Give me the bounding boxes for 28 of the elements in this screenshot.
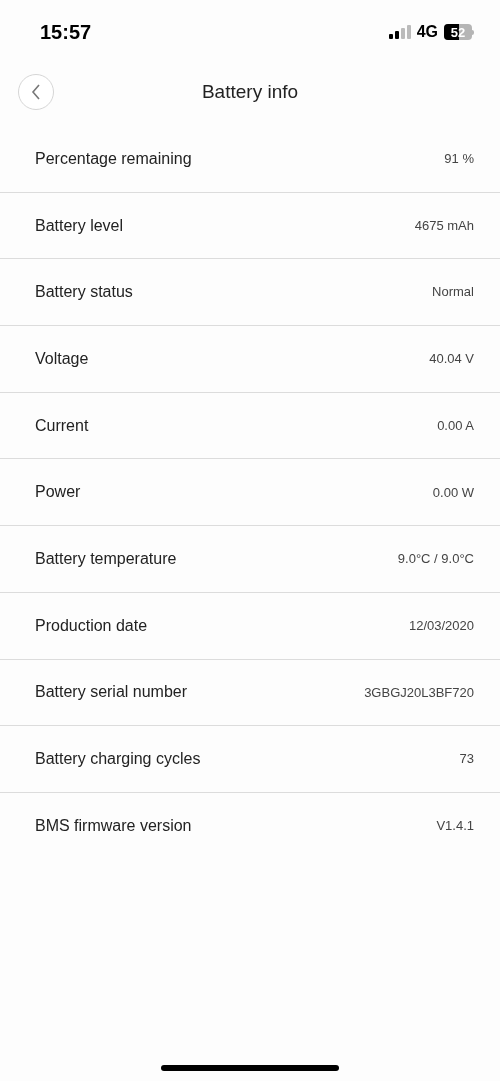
row-label: Power (35, 482, 81, 503)
row-label: Battery charging cycles (35, 749, 201, 770)
row-value: V1.4.1 (436, 817, 474, 836)
row-value: 4675 mAh (414, 216, 474, 235)
signal-icon (388, 25, 411, 39)
row-label: Percentage remaining (35, 148, 192, 169)
row-label: Production date (35, 615, 148, 636)
row-label: BMS firmware version (35, 816, 192, 837)
row-label: Battery status (35, 282, 133, 303)
row-label: Battery temperature (35, 548, 177, 569)
row-value: 73 (459, 750, 474, 769)
row-value: 91 % (444, 150, 474, 169)
row-value: 3GBGJ20L3BF720 (364, 683, 474, 702)
status-time: 15:57 (40, 20, 92, 45)
chevron-left-icon (31, 84, 41, 100)
row-label: Current (35, 415, 89, 436)
row-value: 9.0°C / 9.0°C (397, 550, 474, 569)
row-label: Voltage (35, 348, 89, 369)
row-label: Battery level (35, 215, 124, 236)
row-value: 0.00 A (437, 416, 474, 435)
page-title: Battery info (201, 79, 299, 104)
row-value: Normal (432, 283, 474, 302)
row-label: Battery serial number (35, 682, 188, 703)
back-button[interactable] (18, 74, 54, 110)
row-value: 40.04 V (429, 350, 474, 369)
row-value: 0.00 W (432, 483, 474, 502)
network-label: 4G (416, 22, 438, 42)
row-value: 12/03/2020 (408, 616, 474, 635)
